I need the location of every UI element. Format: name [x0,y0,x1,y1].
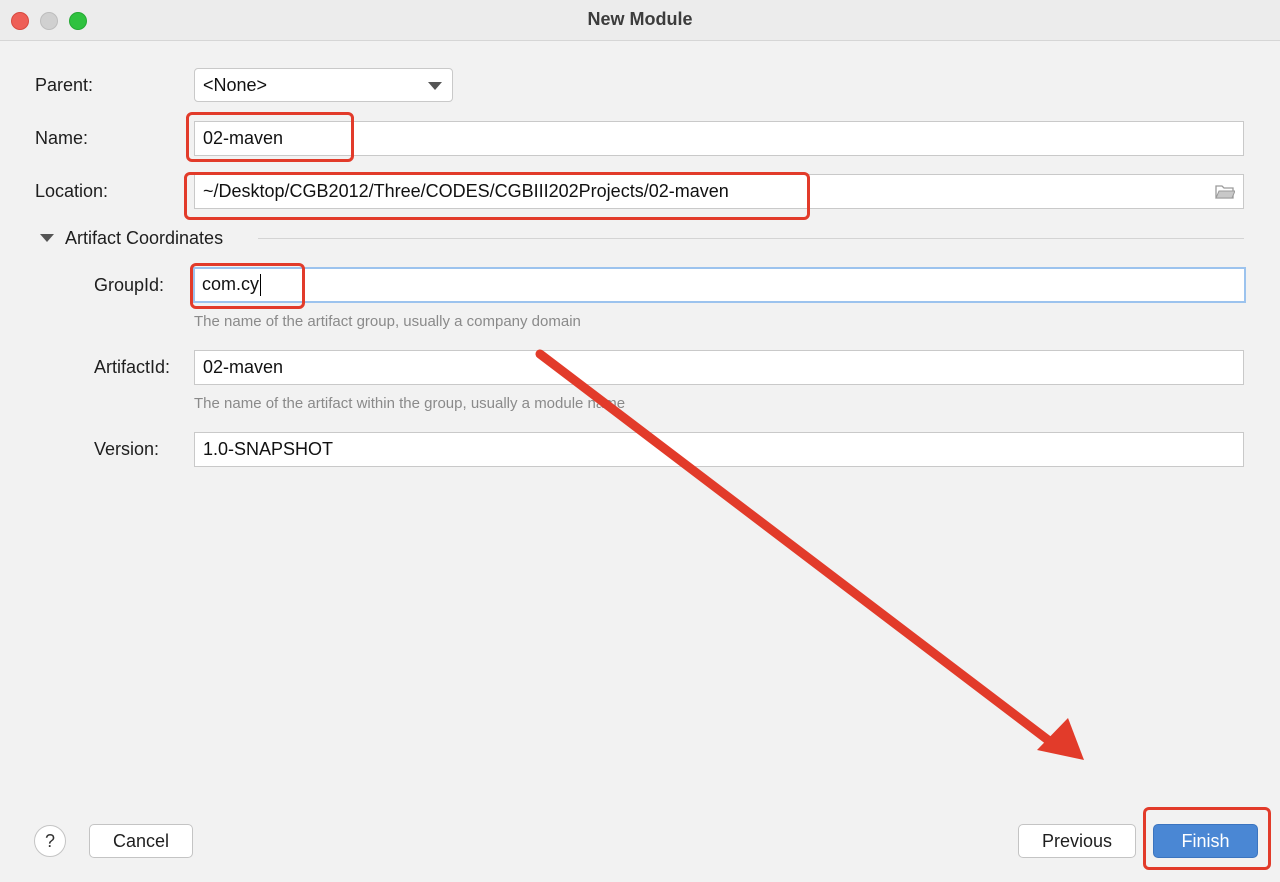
section-divider [258,238,1244,239]
artifactid-input-value: 02-maven [203,357,284,377]
groupid-label: GroupId: [94,275,165,295]
title-bar: New Module [0,0,1280,41]
name-label: Name: [35,128,89,148]
artifactid-input[interactable]: 02-maven [194,350,1244,385]
name-input-value: 02-maven [203,128,284,148]
artifactid-hint: The name of the artifact within the grou… [194,395,626,412]
artifact-coordinates-heading[interactable]: Artifact Coordinates [65,228,223,249]
folder-icon[interactable] [1215,184,1235,199]
version-input-value: 1.0-SNAPSHOT [203,439,334,459]
version-label: Version: [94,439,160,459]
groupid-input[interactable]: com.cy [193,267,1246,303]
version-input[interactable]: 1.0-SNAPSHOT [194,432,1244,467]
location-input-value: ~/Desktop/CGB2012/Three/CODES/CGBIII202P… [203,181,729,201]
parent-select[interactable]: <None> [194,68,453,102]
help-button[interactable]: ? [34,825,66,857]
triangle-down-icon[interactable] [40,234,54,242]
new-module-dialog: New Module Parent: <None> Name: 02-maven… [0,0,1280,882]
location-label: Location: [35,181,109,201]
dialog-title: New Module [587,9,693,29]
finish-button[interactable]: Finish [1153,824,1258,858]
previous-button[interactable]: Previous [1018,824,1136,858]
cancel-button[interactable]: Cancel [89,824,193,858]
location-input[interactable]: ~/Desktop/CGB2012/Three/CODES/CGBIII202P… [194,174,1244,209]
groupid-input-value: com.cy [202,274,260,294]
text-cursor [260,274,262,297]
parent-select-value: <None> [203,75,268,95]
parent-label: Parent: [35,75,94,95]
chevron-down-icon [428,82,442,90]
name-input[interactable]: 02-maven [194,121,1244,156]
artifactid-label: ArtifactId: [94,357,171,377]
groupid-hint: The name of the artifact group, usually … [194,313,581,330]
